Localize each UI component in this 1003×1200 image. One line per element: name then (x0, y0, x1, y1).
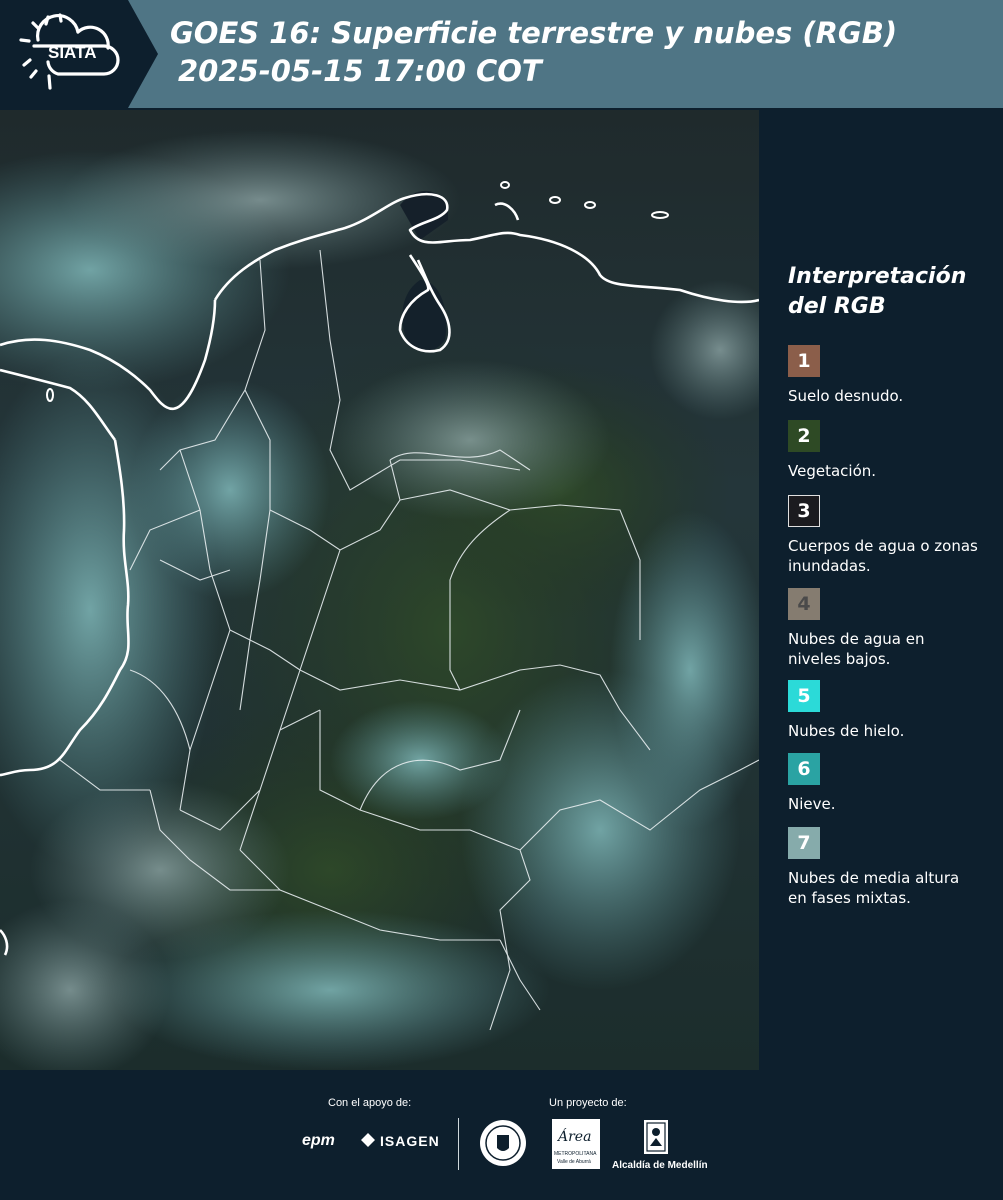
legend-item-label: Nieve. (788, 795, 836, 813)
legend-swatch: 2 (788, 420, 820, 452)
legend-item-low-water-clouds: 4 Nubes de agua en niveles bajos. (788, 588, 978, 669)
footer-divider (458, 1118, 459, 1170)
legend-item-bare-soil: 1 Suelo desnudo. (788, 345, 978, 406)
legend-item-mid-mixed-clouds: 7 Nubes de media altura en fases mixtas. (788, 827, 978, 908)
legend-item-label: Nubes de hielo. (788, 722, 905, 740)
area-logo-sub1: METROPOLITANA (554, 1151, 597, 1157)
title-line-2: 2025-05-15 17:00 COT (178, 54, 542, 88)
legend-swatch: 4 (788, 588, 820, 620)
legend-item-label: Suelo desnudo. (788, 387, 904, 405)
legend-item-ice-clouds: 5 Nubes de hielo. (788, 680, 978, 741)
siata-logo: SIATA (0, 0, 158, 108)
page-title: GOES 16: Superficie terrestre y nubes (R… (170, 14, 897, 90)
footer-sponsors: Con el apoyo de: Un proyecto de: epm ISA… (0, 1070, 1003, 1200)
legend-item-vegetation: 2 Vegetación. (788, 420, 978, 481)
legend-swatch: 3 (788, 495, 820, 527)
legend-swatch: 1 (788, 345, 820, 377)
legend-item-label: Vegetación. (788, 462, 877, 480)
isagen-logo: ISAGEN (380, 1133, 440, 1149)
legend-swatch: 7 (788, 827, 820, 859)
area-logo-sub2: Valle de Aburrá (557, 1159, 591, 1165)
legend-item-label: Cuerpos de agua o zonas inundadas. (788, 537, 978, 575)
project-label: Un proyecto de: (549, 1097, 627, 1109)
legend-item-label: Nubes de agua en niveles bajos. (788, 630, 925, 668)
satellite-map (0, 110, 759, 1070)
epm-logo: epm (302, 1132, 335, 1149)
isagen-icon (360, 1132, 376, 1148)
legend-item-water-bodies: 3 Cuerpos de agua o zonas inundadas. (788, 495, 978, 576)
area-metropolitana-logo: Área METROPOLITANA Valle de Aburrá (552, 1119, 600, 1169)
legend-item-label: Nubes de media altura en fases mixtas. (788, 869, 960, 907)
medellin-seal-icon (478, 1118, 528, 1168)
legend-title-line-2: del RGB (788, 294, 886, 319)
legend-title: Interpretación del RGB (788, 262, 966, 322)
header-bar: SIATA GOES 16: Superficie terrestre y nu… (0, 0, 1003, 108)
legend-swatch: 6 (788, 753, 820, 785)
support-label: Con el apoyo de: (328, 1097, 412, 1109)
logo-text: SIATA (48, 43, 97, 62)
alcaldia-label: Alcaldía de Medellín (612, 1160, 708, 1171)
legend-swatch: 5 (788, 680, 820, 712)
alcaldia-shield-icon (642, 1118, 670, 1156)
title-line-1: GOES 16: Superficie terrestre y nubes (R… (170, 16, 898, 50)
rgb-legend-panel: Interpretación del RGB 1 Suelo desnudo. … (760, 110, 1003, 1070)
legend-item-snow: 6 Nieve. (788, 753, 978, 814)
legend-title-line-1: Interpretación (788, 264, 967, 289)
area-logo-text: Área (558, 1129, 592, 1145)
